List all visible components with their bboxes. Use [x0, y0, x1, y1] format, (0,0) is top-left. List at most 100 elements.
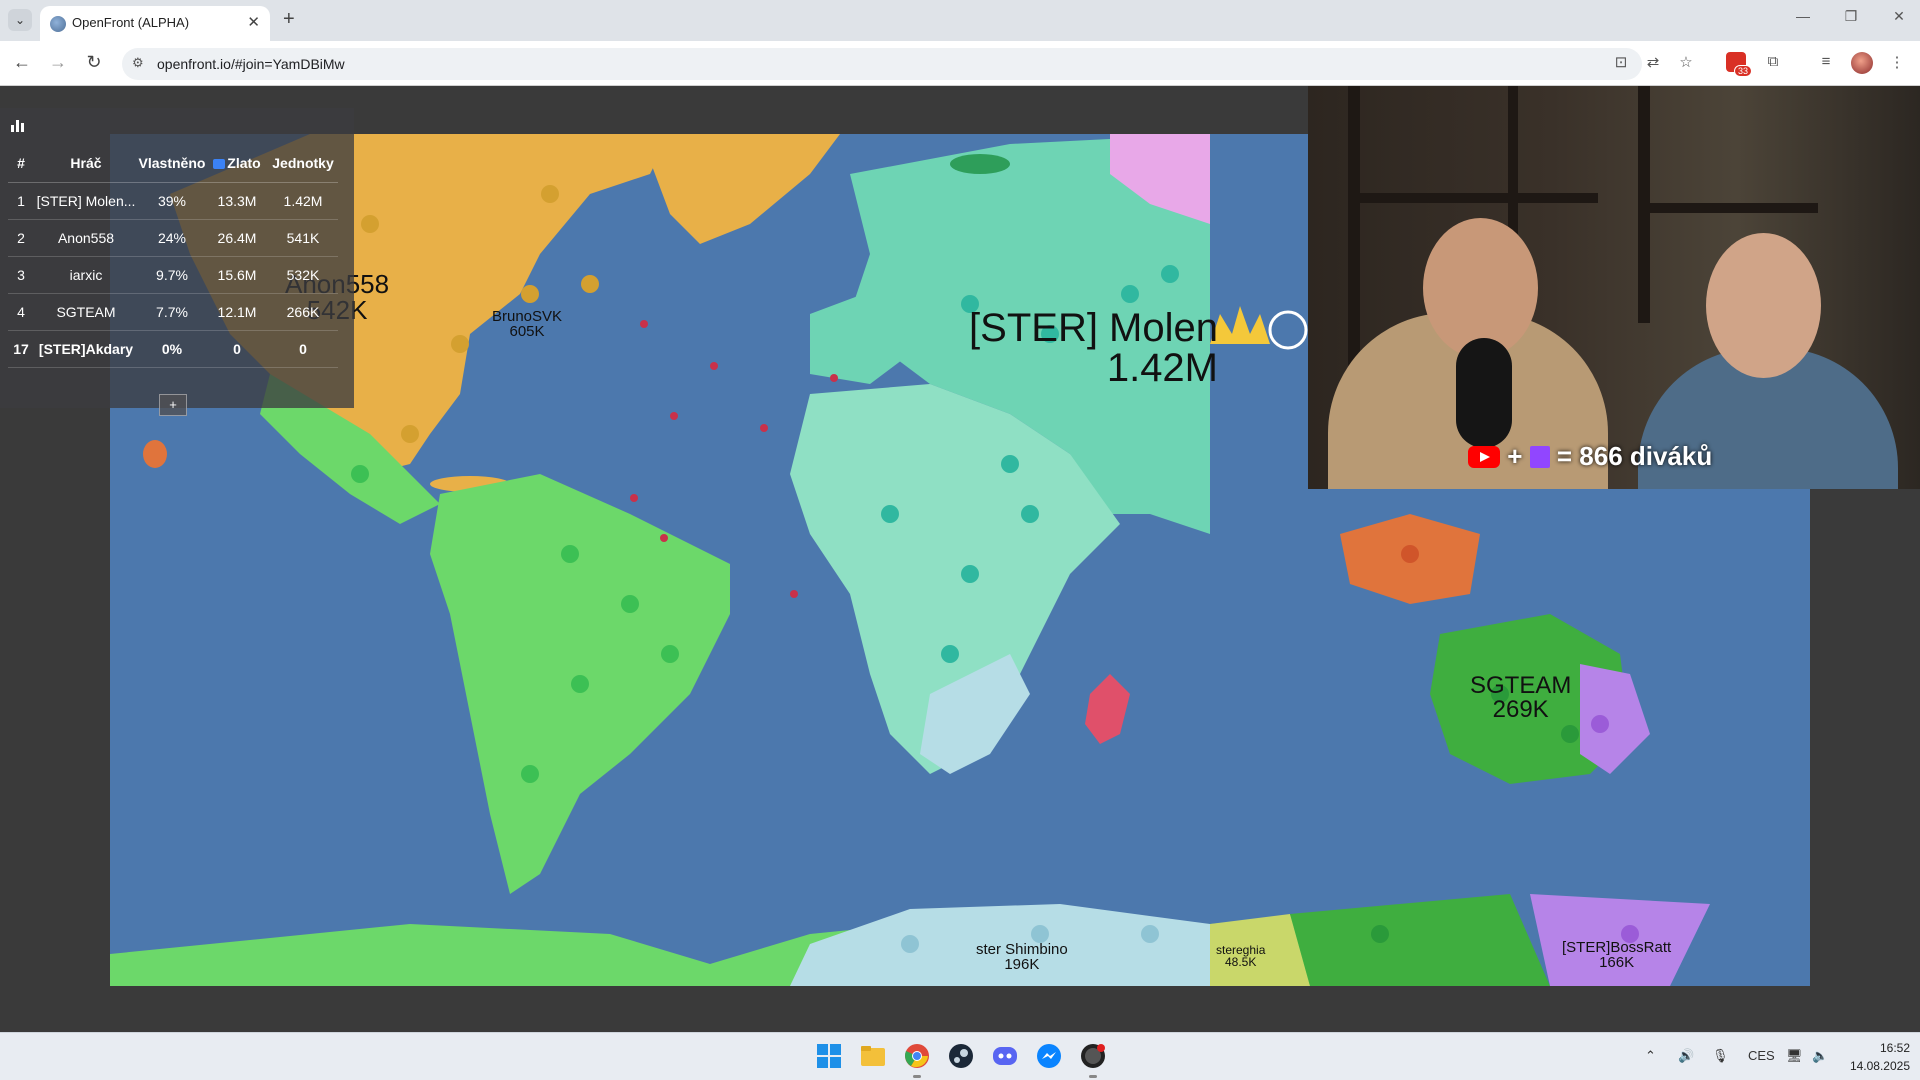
table-row[interactable]: 3 iarxic 9.7% 15.6M 532K [8, 256, 338, 294]
bar-chart-icon[interactable] [10, 117, 26, 133]
forward-icon[interactable]: → [46, 52, 70, 73]
browser-toolbar: ← → ↻ ⚙ openfront.io/#join=YamDBiMw ⊡ ⇄ … [0, 41, 1920, 86]
cell-rank: 4 [8, 293, 34, 331]
minimize-icon[interactable]: — [1788, 8, 1818, 24]
player-troops-text: 269K [1492, 696, 1549, 723]
col-owned[interactable]: Vlastněno [138, 145, 206, 183]
cell-gold: 0 [206, 330, 268, 368]
cell-owned: 9.7% [138, 256, 206, 294]
profile-avatar[interactable] [1851, 52, 1873, 74]
tray-chevron-icon[interactable]: ⌃ [1645, 1048, 1656, 1064]
cell-owned: 7.7% [138, 293, 206, 331]
media-control-icon[interactable]: ≡ [1815, 53, 1837, 70]
bookmark-star-icon[interactable]: ☆ [1675, 53, 1697, 71]
cell-rank: 2 [8, 219, 34, 257]
close-window-icon[interactable]: ✕ [1884, 8, 1914, 25]
game-view[interactable]: Anon558 542K BrunoSVK 605K [STER] Molen … [0, 86, 1920, 1032]
col-rank[interactable]: # [8, 145, 34, 183]
cell-rank: 17 [8, 330, 34, 368]
table-row[interactable]: 4 SGTEAM 7.7% 12.1M 266K [8, 293, 338, 331]
back-icon[interactable]: ← [10, 52, 34, 73]
col-gold[interactable]: Zlato [206, 145, 268, 183]
leaderboard-header-row: # Hráč Vlastněno Zlato Jednotky [8, 145, 338, 183]
tab-search-button[interactable]: ⌄ [8, 9, 32, 31]
leaderboard-table: # Hráč Vlastněno Zlato Jednotky 1 [STER]… [8, 145, 338, 368]
leaderboard-expand-button[interactable]: + [159, 394, 187, 416]
address-bar[interactable]: ⚙ openfront.io/#join=YamDBiMw [122, 48, 1642, 80]
restore-icon[interactable]: ❐ [1836, 8, 1866, 25]
map-label-ster-molen: [STER] Molen 1.42M [969, 308, 1218, 388]
cell-rank: 3 [8, 256, 34, 294]
viewer-count: + = 866 diváků [1468, 441, 1712, 471]
cell-gold: 12.1M [206, 293, 268, 331]
file-explorer-icon[interactable] [860, 1043, 886, 1069]
player-name-text: ster Shimbino [976, 941, 1068, 958]
gold-icon [213, 159, 226, 170]
leaderboard-panel: # Hráč Vlastněno Zlato Jednotky 1 [STER]… [0, 108, 354, 416]
menu-dots-icon[interactable]: ⋮ [1886, 53, 1908, 71]
map-label-sgteam: SGTEAM 269K [1470, 674, 1571, 722]
col-player[interactable]: Hráč [34, 145, 138, 183]
clock-time[interactable]: 16:52 [1864, 1041, 1910, 1055]
cell-player: [STER]Akdary [34, 330, 138, 368]
crown-icon [1210, 306, 1270, 344]
table-row[interactable]: 1 [STER] Molen... 39% 13.3M 1.42M [8, 182, 338, 220]
cell-troops: 266K [268, 293, 338, 331]
warship-marker [630, 494, 638, 502]
clock-date[interactable]: 14.08.2025 [1842, 1059, 1910, 1073]
webcam-overlay: + = 866 diváků [1308, 86, 1920, 489]
territory-madagascar [1085, 674, 1130, 744]
browser-tab-bar: ⌄ OpenFront (ALPHA) ✕ + — ❐ ✕ [0, 0, 1920, 41]
cell-gold: 26.4M [206, 219, 268, 257]
cell-player: Anon558 [34, 219, 138, 257]
table-row-current-player[interactable]: 17 [STER]Akdary 0% 0 0 [8, 330, 338, 368]
player-troops-text: 48.5K [1225, 955, 1257, 969]
globe-icon [50, 16, 66, 32]
url-text[interactable]: openfront.io/#join=YamDBiMw [157, 56, 345, 72]
youtube-icon [1468, 446, 1500, 468]
new-tab-button[interactable]: + [283, 8, 295, 31]
tab-close-button[interactable]: ✕ [247, 13, 260, 31]
player-name-text: [STER] Molen [969, 306, 1218, 350]
chrome-icon[interactable] [904, 1043, 930, 1069]
table-row[interactable]: 2 Anon558 24% 26.4M 541K [8, 219, 338, 257]
cell-troops: 1.42M [268, 182, 338, 220]
warship-marker [660, 534, 668, 542]
warship-marker [670, 412, 678, 420]
player-troops-text: 196K [1004, 956, 1040, 973]
territory-antarctica-sgteam [1290, 894, 1550, 986]
microphone-icon[interactable]: 🎙 [1712, 1048, 1729, 1064]
territory-svalbard [950, 154, 1010, 174]
extensions-puzzle-icon[interactable]: ⧉ [1762, 53, 1784, 70]
browser-tab[interactable]: OpenFront (ALPHA) ✕ [40, 6, 270, 41]
bookshelf [1348, 193, 1598, 203]
steam-icon[interactable] [948, 1043, 974, 1069]
viewer-count-text: = 866 diváků [1556, 441, 1713, 471]
site-info-icon[interactable]: ⚙ [132, 55, 144, 71]
cell-player: [STER] Molen... [34, 182, 138, 220]
discord-icon[interactable] [992, 1043, 1018, 1069]
active-app-indicator [1089, 1075, 1097, 1078]
install-app-icon[interactable]: ⊡ [1610, 53, 1632, 71]
windows-start-icon[interactable] [816, 1043, 842, 1069]
warship-marker [830, 374, 838, 382]
speaker-icon[interactable]: 🔊 [1678, 1048, 1694, 1064]
warship-marker [710, 362, 718, 370]
person-left-head [1423, 218, 1538, 358]
map-label-brunosvk: BrunoSVK 605K [492, 309, 562, 339]
cell-player: SGTEAM [34, 293, 138, 331]
messenger-icon[interactable] [1036, 1043, 1062, 1069]
cell-owned: 39% [138, 182, 206, 220]
player-name-text: SGTEAM [1470, 672, 1572, 699]
volume-icon[interactable]: 🔈 [1812, 1048, 1828, 1064]
cell-troops: 0 [268, 330, 338, 368]
col-troops[interactable]: Jednotky [268, 145, 338, 183]
cell-troops: 541K [268, 219, 338, 257]
translate-icon[interactable]: ⇄ [1642, 53, 1664, 71]
obs-icon[interactable] [1080, 1043, 1106, 1069]
active-app-indicator [913, 1075, 921, 1078]
language-indicator[interactable]: CES [1748, 1048, 1775, 1063]
network-icon[interactable]: 🖥 [1786, 1048, 1803, 1064]
reload-icon[interactable]: ↻ [82, 52, 106, 73]
cell-player: iarxic [34, 256, 138, 294]
